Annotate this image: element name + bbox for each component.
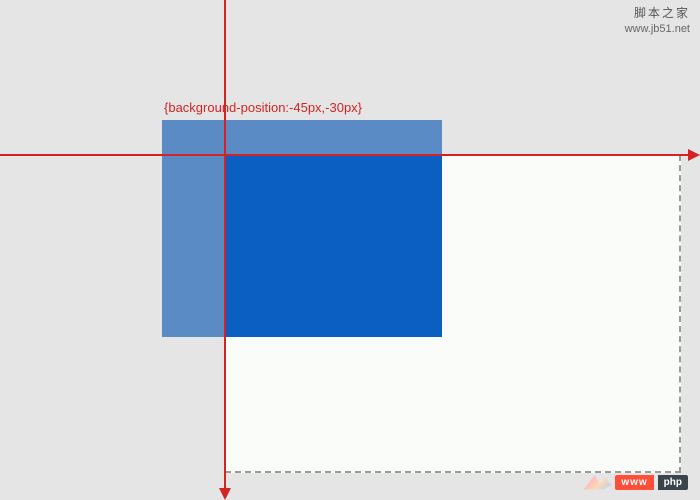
badge-left: www	[615, 475, 653, 490]
watermark-title: 脚本之家	[625, 6, 690, 22]
watermark-url: www.jb51.net	[625, 22, 690, 36]
site-badge: wwwphp	[583, 475, 688, 490]
visible-background-area	[225, 155, 442, 337]
y-axis-arrow-icon	[219, 488, 231, 500]
x-axis	[0, 154, 695, 156]
css-label: {background-position:-45px,-30px}	[164, 100, 362, 115]
x-axis-arrow-icon	[688, 149, 700, 161]
watermark: 脚本之家 www.jb51.net	[625, 6, 690, 36]
wing-icon	[583, 476, 611, 490]
badge-right: php	[658, 475, 688, 490]
y-axis	[224, 0, 226, 495]
